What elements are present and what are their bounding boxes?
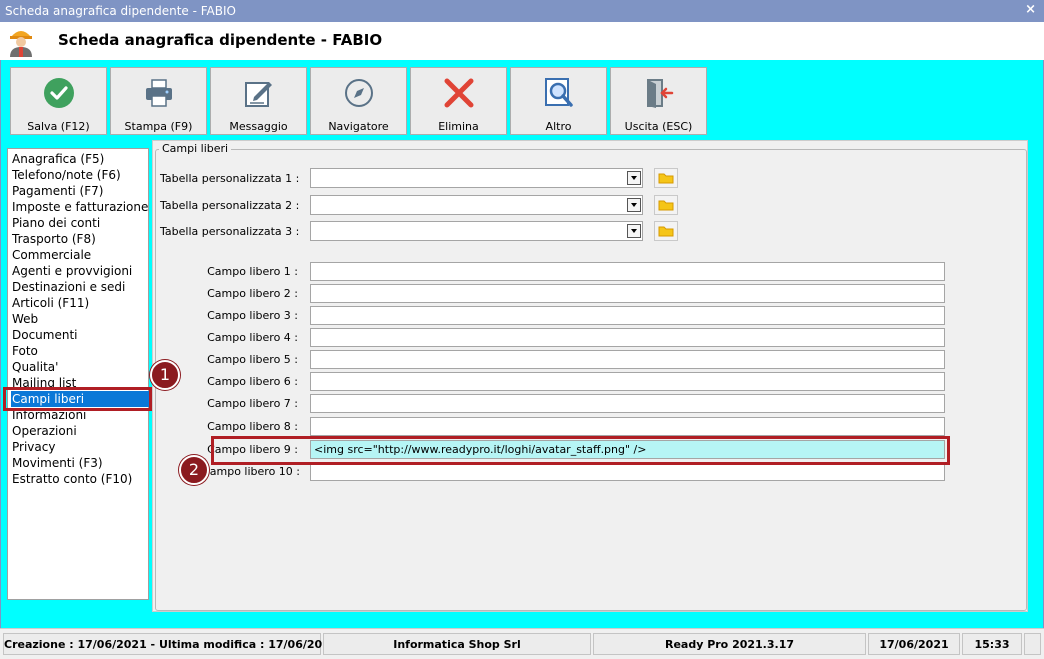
close-icon[interactable]: × <box>1025 2 1036 17</box>
sidebar-item-operazioni[interactable]: Operazioni <box>12 423 77 439</box>
more-button[interactable]: Altro <box>510 67 607 135</box>
status-bar: Creazione : 17/06/2021 - Ultima modifica… <box>0 628 1044 659</box>
field-5-input[interactable] <box>310 350 945 369</box>
field-6-label: Campo libero 6 : <box>207 375 298 388</box>
chevron-down-icon[interactable] <box>627 198 641 212</box>
section-sidebar: Anagrafica (F5) Telefono/note (F6) Pagam… <box>7 148 149 600</box>
folder-icon <box>658 173 674 184</box>
sidebar-item-anagrafica[interactable]: Anagrafica (F5) <box>12 151 104 167</box>
status-version: Ready Pro 2021.3.17 <box>593 633 866 655</box>
compose-icon <box>245 82 272 107</box>
table-1-folder-button[interactable] <box>654 168 678 188</box>
status-company: Informatica Shop Srl <box>323 633 591 655</box>
sidebar-item-pagamenti[interactable]: Pagamenti (F7) <box>12 183 103 199</box>
worker-avatar-icon <box>10 31 32 57</box>
status-extra <box>1024 633 1041 655</box>
callout-badge-2: 2 <box>179 455 209 485</box>
message-button-label: Messaggio <box>229 120 288 133</box>
field-4-input[interactable] <box>310 328 945 347</box>
chevron-down-icon[interactable] <box>627 224 641 238</box>
compass-icon <box>345 79 373 107</box>
page-title: Scheda anagrafica dipendente - FABIO <box>58 31 383 49</box>
sidebar-item-telefono[interactable]: Telefono/note (F6) <box>12 167 121 183</box>
more-button-label: Altro <box>545 120 572 133</box>
navigator-button[interactable]: Navigatore <box>310 67 407 135</box>
check-circle-icon <box>44 78 74 108</box>
sidebar-item-commerciale[interactable]: Commerciale <box>12 247 91 263</box>
delete-button[interactable]: Elimina <box>410 67 507 135</box>
field-1-label: Campo libero 1 : <box>207 265 298 278</box>
sidebar-item-piano-conti[interactable]: Piano dei conti <box>12 215 100 231</box>
sidebar-item-qualita[interactable]: Qualita' <box>12 359 58 375</box>
field-7-label: Campo libero 7 : <box>207 397 298 410</box>
print-button[interactable]: Stampa (F9) <box>110 67 207 135</box>
title-bar: Scheda anagrafica dipendente - FABIO × <box>0 0 1044 22</box>
message-button[interactable]: Messaggio <box>210 67 307 135</box>
sidebar-item-privacy[interactable]: Privacy <box>12 439 55 455</box>
table-3-folder-button[interactable] <box>654 221 678 241</box>
group-title: Campi liberi <box>159 142 232 155</box>
field-4-label: Campo libero 4 : <box>207 331 298 344</box>
sidebar-item-trasporto[interactable]: Trasporto (F8) <box>12 231 96 247</box>
delete-x-icon <box>444 78 474 108</box>
delete-button-label: Elimina <box>438 120 479 133</box>
table-3-select[interactable] <box>310 221 643 241</box>
sidebar-item-destinazioni[interactable]: Destinazioni e sedi <box>12 279 125 295</box>
sidebar-item-documenti[interactable]: Documenti <box>12 327 78 343</box>
form-header: Scheda anagrafica dipendente - FABIO <box>0 22 1044 60</box>
folder-icon <box>658 200 674 211</box>
sidebar-item-foto[interactable]: Foto <box>12 343 38 359</box>
print-button-label: Stampa (F9) <box>124 120 193 133</box>
exit-button-label: Uscita (ESC) <box>624 120 693 133</box>
navigator-button-label: Navigatore <box>328 120 389 133</box>
field-6-input[interactable] <box>310 372 945 391</box>
sidebar-item-estratto-conto[interactable]: Estratto conto (F10) <box>12 471 132 487</box>
exit-door-icon <box>647 79 674 108</box>
table-2-select[interactable] <box>310 195 643 215</box>
search-document-icon <box>545 78 573 107</box>
save-button[interactable]: Salva (F12) <box>10 67 107 135</box>
folder-icon <box>658 226 674 237</box>
status-time: 15:33 <box>962 633 1022 655</box>
table-2-label: Tabella personalizzata 2 : <box>160 199 300 212</box>
sidebar-item-imposte[interactable]: Imposte e fatturazione <box>12 199 148 215</box>
field-2-label: Campo libero 2 : <box>207 287 298 300</box>
sidebar-item-articoli[interactable]: Articoli (F11) <box>12 295 89 311</box>
field-7-input[interactable] <box>310 394 945 413</box>
table-3-label: Tabella personalizzata 3 : <box>160 225 300 238</box>
field-5-label: Campo libero 5 : <box>207 353 298 366</box>
status-dates: Creazione : 17/06/2021 - Ultima modifica… <box>3 633 337 655</box>
sidebar-item-web[interactable]: Web <box>12 311 38 327</box>
table-2-folder-button[interactable] <box>654 195 678 215</box>
save-button-label: Salva (F12) <box>27 120 90 133</box>
callout-badge-1: 1 <box>150 360 180 390</box>
sidebar-item-agenti[interactable]: Agenti e provvigioni <box>12 263 132 279</box>
callout-box-field-9 <box>211 436 950 465</box>
table-1-select[interactable] <box>310 168 643 188</box>
status-date: 17/06/2021 <box>868 633 960 655</box>
field-8-input[interactable] <box>310 417 945 436</box>
window-title: Scheda anagrafica dipendente - FABIO <box>5 4 236 18</box>
callout-box-campi-liberi <box>3 387 152 411</box>
sidebar-item-movimenti[interactable]: Movimenti (F3) <box>12 455 103 471</box>
field-3-input[interactable] <box>310 306 945 325</box>
exit-button[interactable]: Uscita (ESC) <box>610 67 707 135</box>
printer-icon <box>146 79 172 107</box>
field-1-input[interactable] <box>310 262 945 281</box>
field-8-label: Campo libero 8 : <box>207 420 298 433</box>
table-1-label: Tabella personalizzata 1 : <box>160 172 300 185</box>
field-3-label: Campo libero 3 : <box>207 309 298 322</box>
chevron-down-icon[interactable] <box>627 171 641 185</box>
field-2-input[interactable] <box>310 284 945 303</box>
